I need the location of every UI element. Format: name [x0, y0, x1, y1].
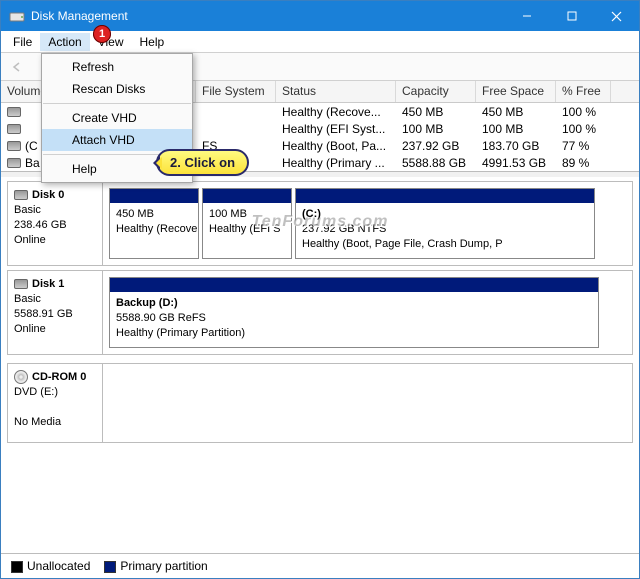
menu-item-attach-vhd[interactable]: Attach VHD — [42, 129, 192, 151]
window: Disk Management File Action View Help 1 … — [0, 0, 640, 579]
graphical-view: Disk 0Basic238.46 GBOnline450 MBHealthy … — [1, 172, 639, 553]
disk-partitions: 450 MBHealthy (Recovery100 MBHealthy (EF… — [103, 182, 632, 265]
legend-unallocated: Unallocated — [11, 559, 90, 573]
menu-item-create-vhd[interactable]: Create VHD — [42, 107, 192, 129]
col-capacity[interactable]: Capacity — [396, 81, 476, 102]
volume-icon — [7, 124, 21, 134]
menu-action[interactable]: Action — [40, 33, 89, 51]
minimize-button[interactable] — [504, 1, 549, 31]
volume-icon — [7, 141, 21, 151]
volume-icon — [7, 158, 21, 168]
col-free[interactable]: Free Space — [476, 81, 556, 102]
swatch-unallocated — [11, 561, 23, 573]
legend-primary: Primary partition — [104, 559, 207, 573]
disk-partitions: Backup (D:)5588.90 GB ReFSHealthy (Prima… — [103, 271, 632, 354]
dvd-icon — [14, 370, 28, 384]
cdrom-device: DVD (E:) — [14, 386, 58, 398]
partition[interactable]: (C:)237.92 GB NTFSHealthy (Boot, Page Fi… — [295, 188, 595, 259]
partition[interactable]: 100 MBHealthy (EFI S — [202, 188, 292, 259]
close-button[interactable] — [594, 1, 639, 31]
disk-info: Disk 0Basic238.46 GBOnline — [8, 182, 103, 265]
window-controls — [504, 1, 639, 31]
back-button[interactable] — [7, 56, 29, 78]
col-fs[interactable]: File System — [196, 81, 276, 102]
legend: Unallocated Primary partition — [1, 553, 639, 578]
app-icon — [9, 8, 25, 24]
disk-row[interactable]: Disk 1Basic5588.91 GBOnlineBackup (D:)55… — [7, 270, 633, 355]
cdrom-status: No Media — [14, 416, 61, 428]
disk-info: Disk 1Basic5588.91 GBOnline — [8, 271, 103, 354]
cdrom-info: CD-ROM 0 DVD (E:) No Media — [8, 364, 103, 442]
menu-item-refresh[interactable]: Refresh — [42, 56, 192, 78]
swatch-primary — [104, 561, 116, 573]
menubar: File Action View Help 1 Refresh Rescan D… — [1, 31, 639, 53]
window-title: Disk Management — [31, 9, 504, 23]
disk-row[interactable]: Disk 0Basic238.46 GBOnline450 MBHealthy … — [7, 181, 633, 266]
annotation-step2: 2. Click on — [156, 149, 249, 176]
partition[interactable]: 450 MBHealthy (Recovery — [109, 188, 199, 259]
cdrom-empty — [103, 364, 632, 442]
menu-item-rescan[interactable]: Rescan Disks — [42, 78, 192, 100]
annotation-step1: 1 — [93, 25, 111, 43]
maximize-button[interactable] — [549, 1, 594, 31]
disk-icon — [14, 190, 28, 200]
cdrom-name: CD-ROM 0 — [32, 371, 86, 383]
volume-icon — [7, 107, 21, 117]
annotation-callout: 2. Click on — [156, 149, 249, 176]
disk-icon — [14, 279, 28, 289]
cdrom-row[interactable]: CD-ROM 0 DVD (E:) No Media — [7, 363, 633, 443]
menu-help[interactable]: Help — [132, 33, 173, 51]
col-status[interactable]: Status — [276, 81, 396, 102]
menu-separator — [43, 103, 191, 104]
menu-file[interactable]: File — [5, 33, 40, 51]
col-pct[interactable]: % Free — [556, 81, 611, 102]
partition[interactable]: Backup (D:)5588.90 GB ReFSHealthy (Prima… — [109, 277, 599, 348]
